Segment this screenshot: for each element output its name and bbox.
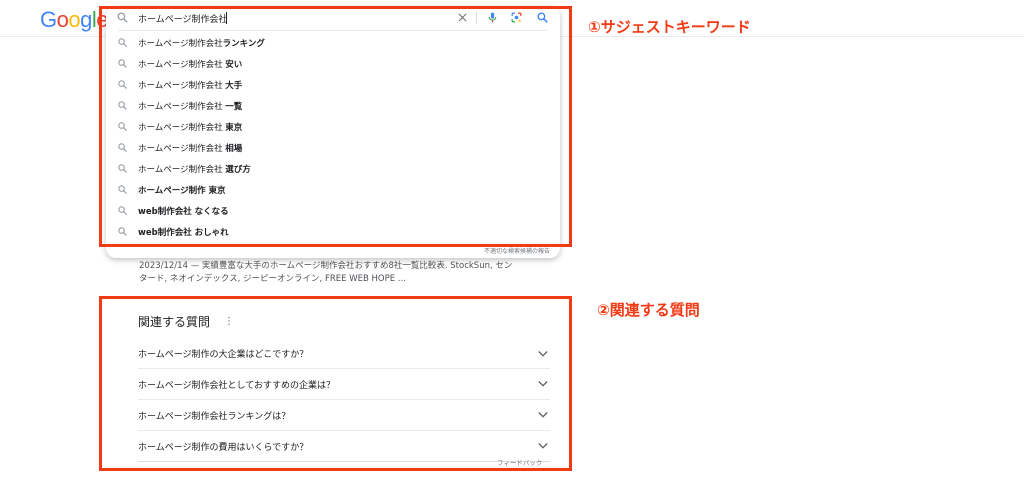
related-question-text: ホームページ制作の費用はいくらですか？ — [138, 442, 309, 453]
logo-letter: g — [80, 7, 92, 32]
report-suggestion-link[interactable]: 不適切な検索候補の報告 — [484, 246, 550, 255]
annotation-box-suggest — [99, 6, 572, 247]
chevron-down-icon — [538, 412, 548, 418]
related-questions-heading: 関連する質問 — [138, 315, 211, 329]
logo-letter: o — [68, 7, 81, 32]
related-questions-list: ホームページ制作の大企業はどこですか？ ホームページ制作会社としておすすめの企業… — [138, 338, 550, 462]
snippet-line: タード, ネオインデックス, ジーピーオンライン, FREE WEB HOPE … — [139, 274, 406, 284]
annotation-label-related: ②関連する質問 — [597, 301, 700, 319]
more-options-icon[interactable]: ⋮ — [224, 316, 234, 327]
logo-letter: o — [56, 7, 69, 32]
related-question-text: ホームページ制作の大企業はどこですか？ — [138, 350, 309, 360]
related-question-item[interactable]: ホームページ制作の大企業はどこですか？ — [138, 338, 550, 369]
related-questions-title: 関連する質問 ⋮ — [138, 313, 234, 330]
google-logo[interactable]: Google — [40, 7, 109, 32]
related-question-text: ホームページ制作会社としておすすめの企業は？ — [138, 380, 336, 391]
chevron-down-icon — [538, 443, 548, 449]
related-question-item[interactable]: ホームページ制作会社としておすすめの企業は？ — [138, 369, 550, 400]
result-snippet: 2023/12/14 — 実績豊富な大手のホームページ制作会社おすすめ8社一覧比… — [139, 260, 579, 286]
chevron-down-icon — [538, 381, 548, 387]
feedback-link[interactable]: フィードバック — [497, 457, 542, 467]
related-question-text: ホームページ制作会社ランキングは？ — [138, 411, 291, 422]
logo-letter: G — [40, 7, 57, 32]
snippet-line: 2023/12/14 — 実績豊富な大手のホームページ制作会社おすすめ8社一覧比… — [139, 261, 513, 271]
chevron-down-icon — [538, 351, 548, 357]
annotation-label-suggest: ①サジェストキーワード — [588, 18, 751, 36]
related-question-item[interactable]: ホームページ制作会社ランキングは？ — [138, 400, 550, 431]
related-question-item[interactable]: ホームページ制作の費用はいくらですか？ — [138, 431, 550, 462]
